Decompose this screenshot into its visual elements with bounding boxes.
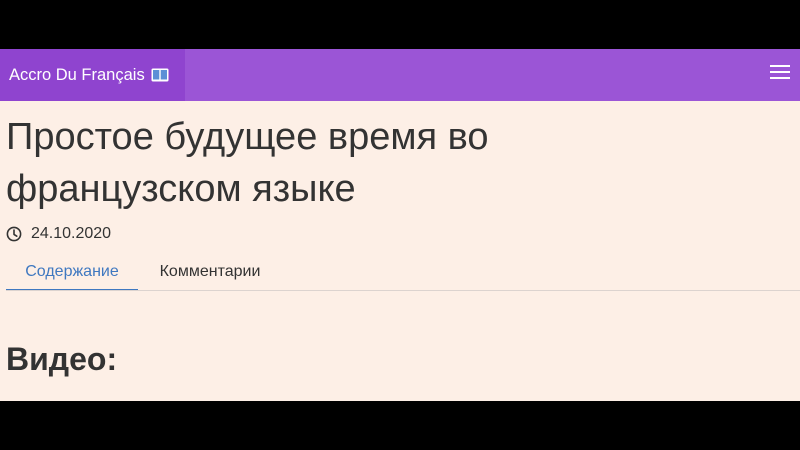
tab-comments[interactable]: Комментарии [143, 254, 277, 290]
clock-icon [6, 226, 22, 242]
hamburger-menu-icon[interactable] [770, 65, 790, 83]
brand-link[interactable]: Accro Du Français [0, 49, 185, 101]
book-icon [151, 68, 169, 82]
tab-content-label: Содержание [25, 262, 119, 280]
page-title-line-2: французском языке [6, 168, 356, 210]
letterbox-bottom [0, 401, 800, 450]
article-date: 24.10.2020 [6, 225, 111, 243]
page-title: Простое будущее время во французском язы… [6, 111, 786, 215]
page-title-line-1: Простое будущее время во [6, 116, 489, 158]
letterbox-top [0, 0, 800, 49]
navbar: Accro Du Français [0, 49, 800, 101]
tab-bar: Содержание Комментарии [6, 254, 800, 291]
section-heading-video: Видео: [6, 341, 118, 377]
tab-comments-label: Комментарии [159, 263, 261, 280]
date-text: 24.10.2020 [31, 225, 112, 242]
tab-content[interactable]: Содержание [6, 254, 138, 290]
brand-label: Accro Du Français [9, 65, 145, 84]
browser-viewport: Accro Du Français Простое будущее время … [0, 49, 800, 401]
